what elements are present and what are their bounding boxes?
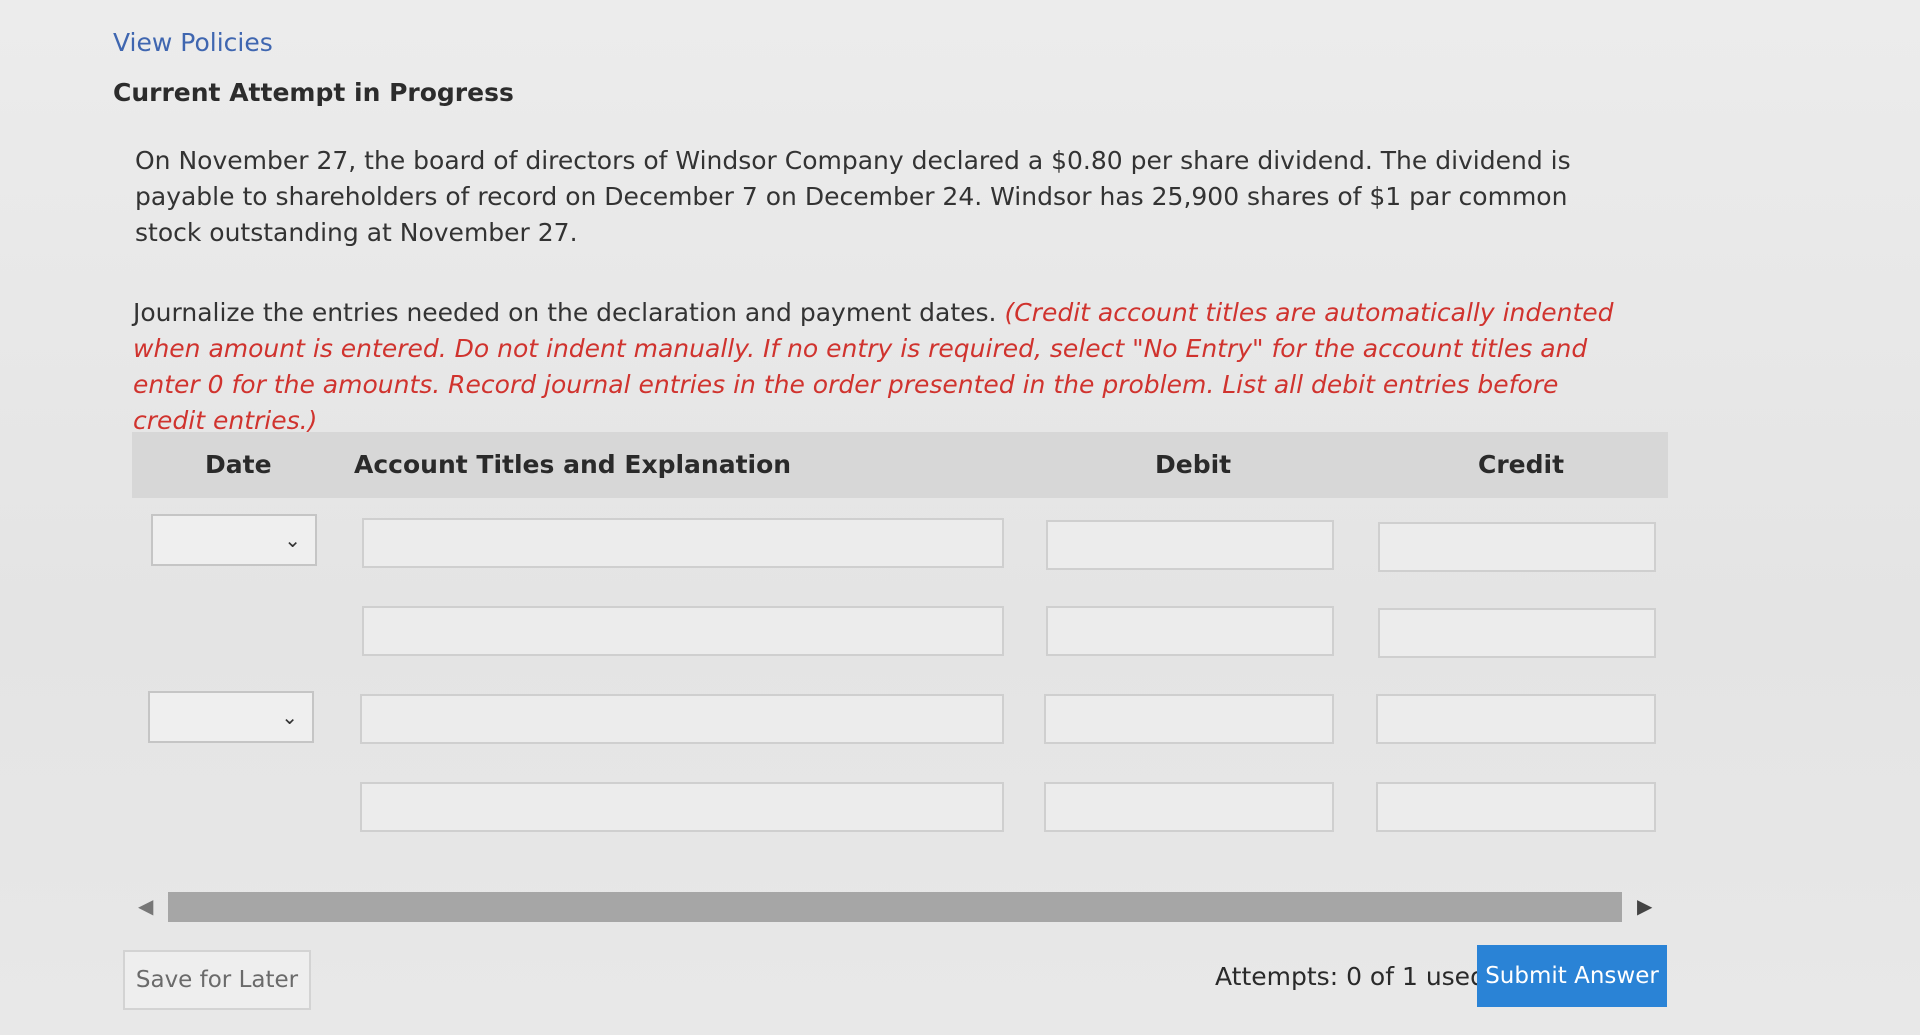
column-header-account: Account Titles and Explanation — [354, 450, 792, 479]
horizontal-scrollbar[interactable]: ◀ ▶ — [132, 890, 1672, 924]
credit-input-1[interactable] — [1378, 522, 1656, 572]
credit-input-2[interactable] — [1378, 608, 1656, 658]
scroll-right-arrow-icon[interactable]: ▶ — [1637, 894, 1652, 918]
save-for-later-button[interactable]: Save for Later — [123, 950, 311, 1010]
assignment-page: View Policies Current Attempt in Progres… — [0, 0, 1920, 1035]
submit-answer-button[interactable]: Submit Answer — [1477, 945, 1667, 1007]
account-input-3[interactable] — [360, 694, 1004, 744]
column-header-date: Date — [205, 450, 272, 479]
credit-input-3[interactable] — [1376, 694, 1656, 744]
column-header-debit: Debit — [1155, 450, 1232, 479]
chevron-down-icon: ⌄ — [284, 528, 301, 552]
date-select-1[interactable]: ⌄ — [151, 514, 317, 566]
credit-input-4[interactable] — [1376, 782, 1656, 832]
chevron-down-icon: ⌄ — [281, 705, 298, 729]
attempt-status-heading: Current Attempt in Progress — [113, 78, 514, 107]
scrollbar-thumb[interactable] — [168, 892, 1622, 922]
account-input-4[interactable] — [360, 782, 1004, 832]
column-header-credit: Credit — [1478, 450, 1565, 479]
attempts-counter: Attempts: 0 of 1 used — [1215, 962, 1486, 991]
debit-input-2[interactable] — [1046, 606, 1334, 656]
journal-table-header: Date Account Titles and Explanation Debi… — [132, 432, 1668, 498]
debit-input-4[interactable] — [1044, 782, 1334, 832]
account-input-1[interactable] — [362, 518, 1004, 568]
instructions: Journalize the entries needed on the dec… — [133, 295, 1623, 439]
account-input-2[interactable] — [362, 606, 1004, 656]
debit-input-3[interactable] — [1044, 694, 1334, 744]
problem-statement: On November 27, the board of directors o… — [135, 146, 1571, 247]
debit-input-1[interactable] — [1046, 520, 1334, 570]
date-select-2[interactable]: ⌄ — [148, 691, 314, 743]
view-policies-link[interactable]: View Policies — [113, 28, 273, 57]
instructions-text: Journalize the entries needed on the dec… — [133, 298, 1005, 327]
scroll-left-arrow-icon[interactable]: ◀ — [138, 894, 153, 918]
